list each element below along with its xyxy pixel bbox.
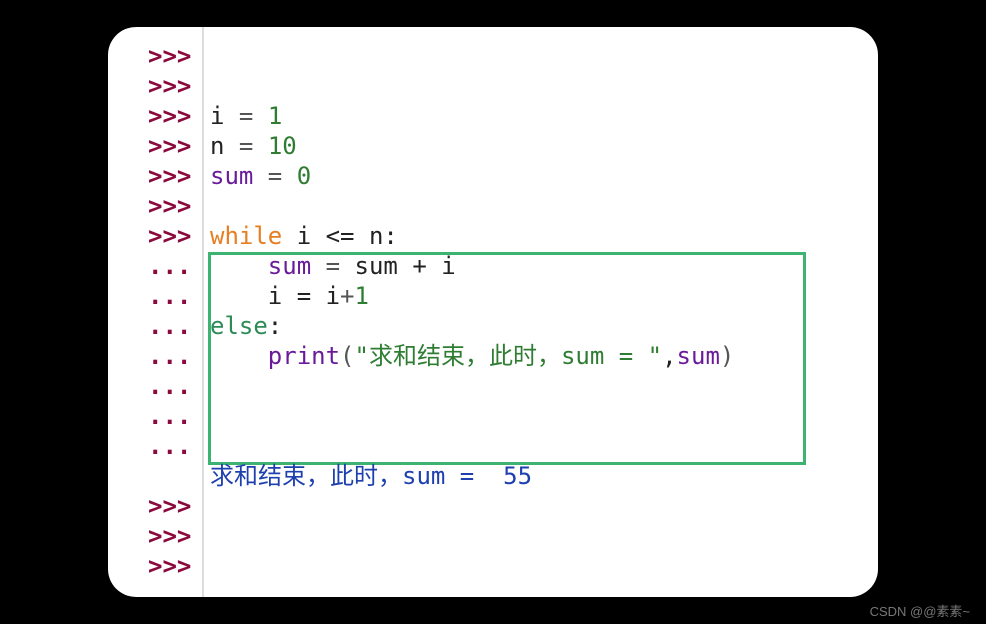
- indent: [210, 342, 268, 370]
- repl-line: >>>n = 10: [108, 131, 878, 161]
- prompt-primary: >>>: [108, 41, 202, 71]
- output-text: 求和结束，此时，sum = 55: [202, 462, 532, 490]
- prompt-primary: >>>: [108, 161, 202, 191]
- prompt-primary: >>>: [108, 521, 202, 551]
- repl-line: >>>sum = 0: [108, 161, 878, 191]
- comma: ,: [662, 342, 676, 370]
- console-panel: >>> >>> >>>i = 1 >>>n = 10 >>>sum = 0 >>…: [108, 27, 878, 597]
- repl-line: >>>i = 1: [108, 101, 878, 131]
- prompt-continuation: ...: [108, 341, 202, 371]
- prompt-primary: >>>: [108, 71, 202, 101]
- kw-while: while: [210, 222, 282, 250]
- repl-line: >>>: [108, 551, 878, 581]
- repl-line: ... i = i+1: [108, 281, 878, 311]
- repl-line: ... sum = sum + i: [108, 251, 878, 281]
- num-1: 1: [355, 282, 369, 310]
- code-content: else:: [202, 312, 282, 340]
- indent: [210, 252, 268, 280]
- op-assign: =: [224, 102, 267, 130]
- prompt-continuation: ...: [108, 371, 202, 401]
- cond: i <= n: [282, 222, 383, 250]
- repl-line: >>>: [108, 71, 878, 101]
- code-content: i = 1: [202, 102, 282, 130]
- indent: [210, 282, 268, 310]
- rhs: sum + i: [355, 252, 456, 280]
- var-sum: sum: [210, 162, 253, 190]
- colon: :: [383, 222, 397, 250]
- prompt-primary: >>>: [108, 101, 202, 131]
- op-assign: =: [224, 132, 267, 160]
- output-line: 求和结束，此时，sum = 55: [108, 461, 878, 491]
- repl-line: ...: [108, 371, 878, 401]
- prompt-continuation: ...: [108, 281, 202, 311]
- prompt-continuation: ...: [108, 251, 202, 281]
- prompt-primary: >>>: [108, 221, 202, 251]
- num-10: 10: [268, 132, 297, 160]
- prompt-primary: >>>: [108, 551, 202, 581]
- paren-open: (: [340, 342, 354, 370]
- code-content: while i <= n:: [202, 222, 398, 250]
- code-content: n = 10: [202, 132, 297, 160]
- paren-close: ): [720, 342, 734, 370]
- op-assign: =: [253, 162, 296, 190]
- prompt-continuation: ...: [108, 431, 202, 461]
- repl-line: >>>: [108, 191, 878, 221]
- code-content: i = i+1: [202, 282, 369, 310]
- kw-else: else: [210, 312, 268, 340]
- arg-sum: sum: [677, 342, 720, 370]
- repl-line: ...else:: [108, 311, 878, 341]
- repl-line: ...: [108, 431, 878, 461]
- code-content: sum = 0: [202, 162, 311, 190]
- var-n: n: [210, 132, 224, 160]
- repl-line: ...: [108, 401, 878, 431]
- repl-line: >>>: [108, 41, 878, 71]
- fn-print: print: [268, 342, 340, 370]
- repl-line: >>>: [108, 491, 878, 521]
- repl-line: ... print("求和结束，此时，sum = ",sum): [108, 341, 878, 371]
- prompt-primary: >>>: [108, 191, 202, 221]
- colon: :: [268, 312, 282, 340]
- var-sum: sum: [268, 252, 311, 280]
- code-lines: >>> >>> >>>i = 1 >>>n = 10 >>>sum = 0 >>…: [108, 41, 878, 581]
- num-0: 0: [297, 162, 311, 190]
- prompt-primary: >>>: [108, 131, 202, 161]
- var-i: i: [210, 102, 224, 130]
- repl-line: >>>while i <= n:: [108, 221, 878, 251]
- code-content: sum = sum + i: [202, 252, 456, 280]
- prompt-continuation: ...: [108, 311, 202, 341]
- prompt-primary: >>>: [108, 491, 202, 521]
- op-assign: =: [311, 252, 354, 280]
- num-1: 1: [268, 102, 282, 130]
- watermark: CSDN @@素素~: [870, 601, 970, 620]
- op-plus: +: [340, 282, 354, 310]
- code-content: print("求和结束，此时，sum = ",sum): [202, 342, 734, 370]
- prompt-continuation: ...: [108, 401, 202, 431]
- repl-line: >>>: [108, 521, 878, 551]
- string-literal: "求和结束，此时，sum = ": [355, 342, 663, 370]
- lhs: i = i: [268, 282, 340, 310]
